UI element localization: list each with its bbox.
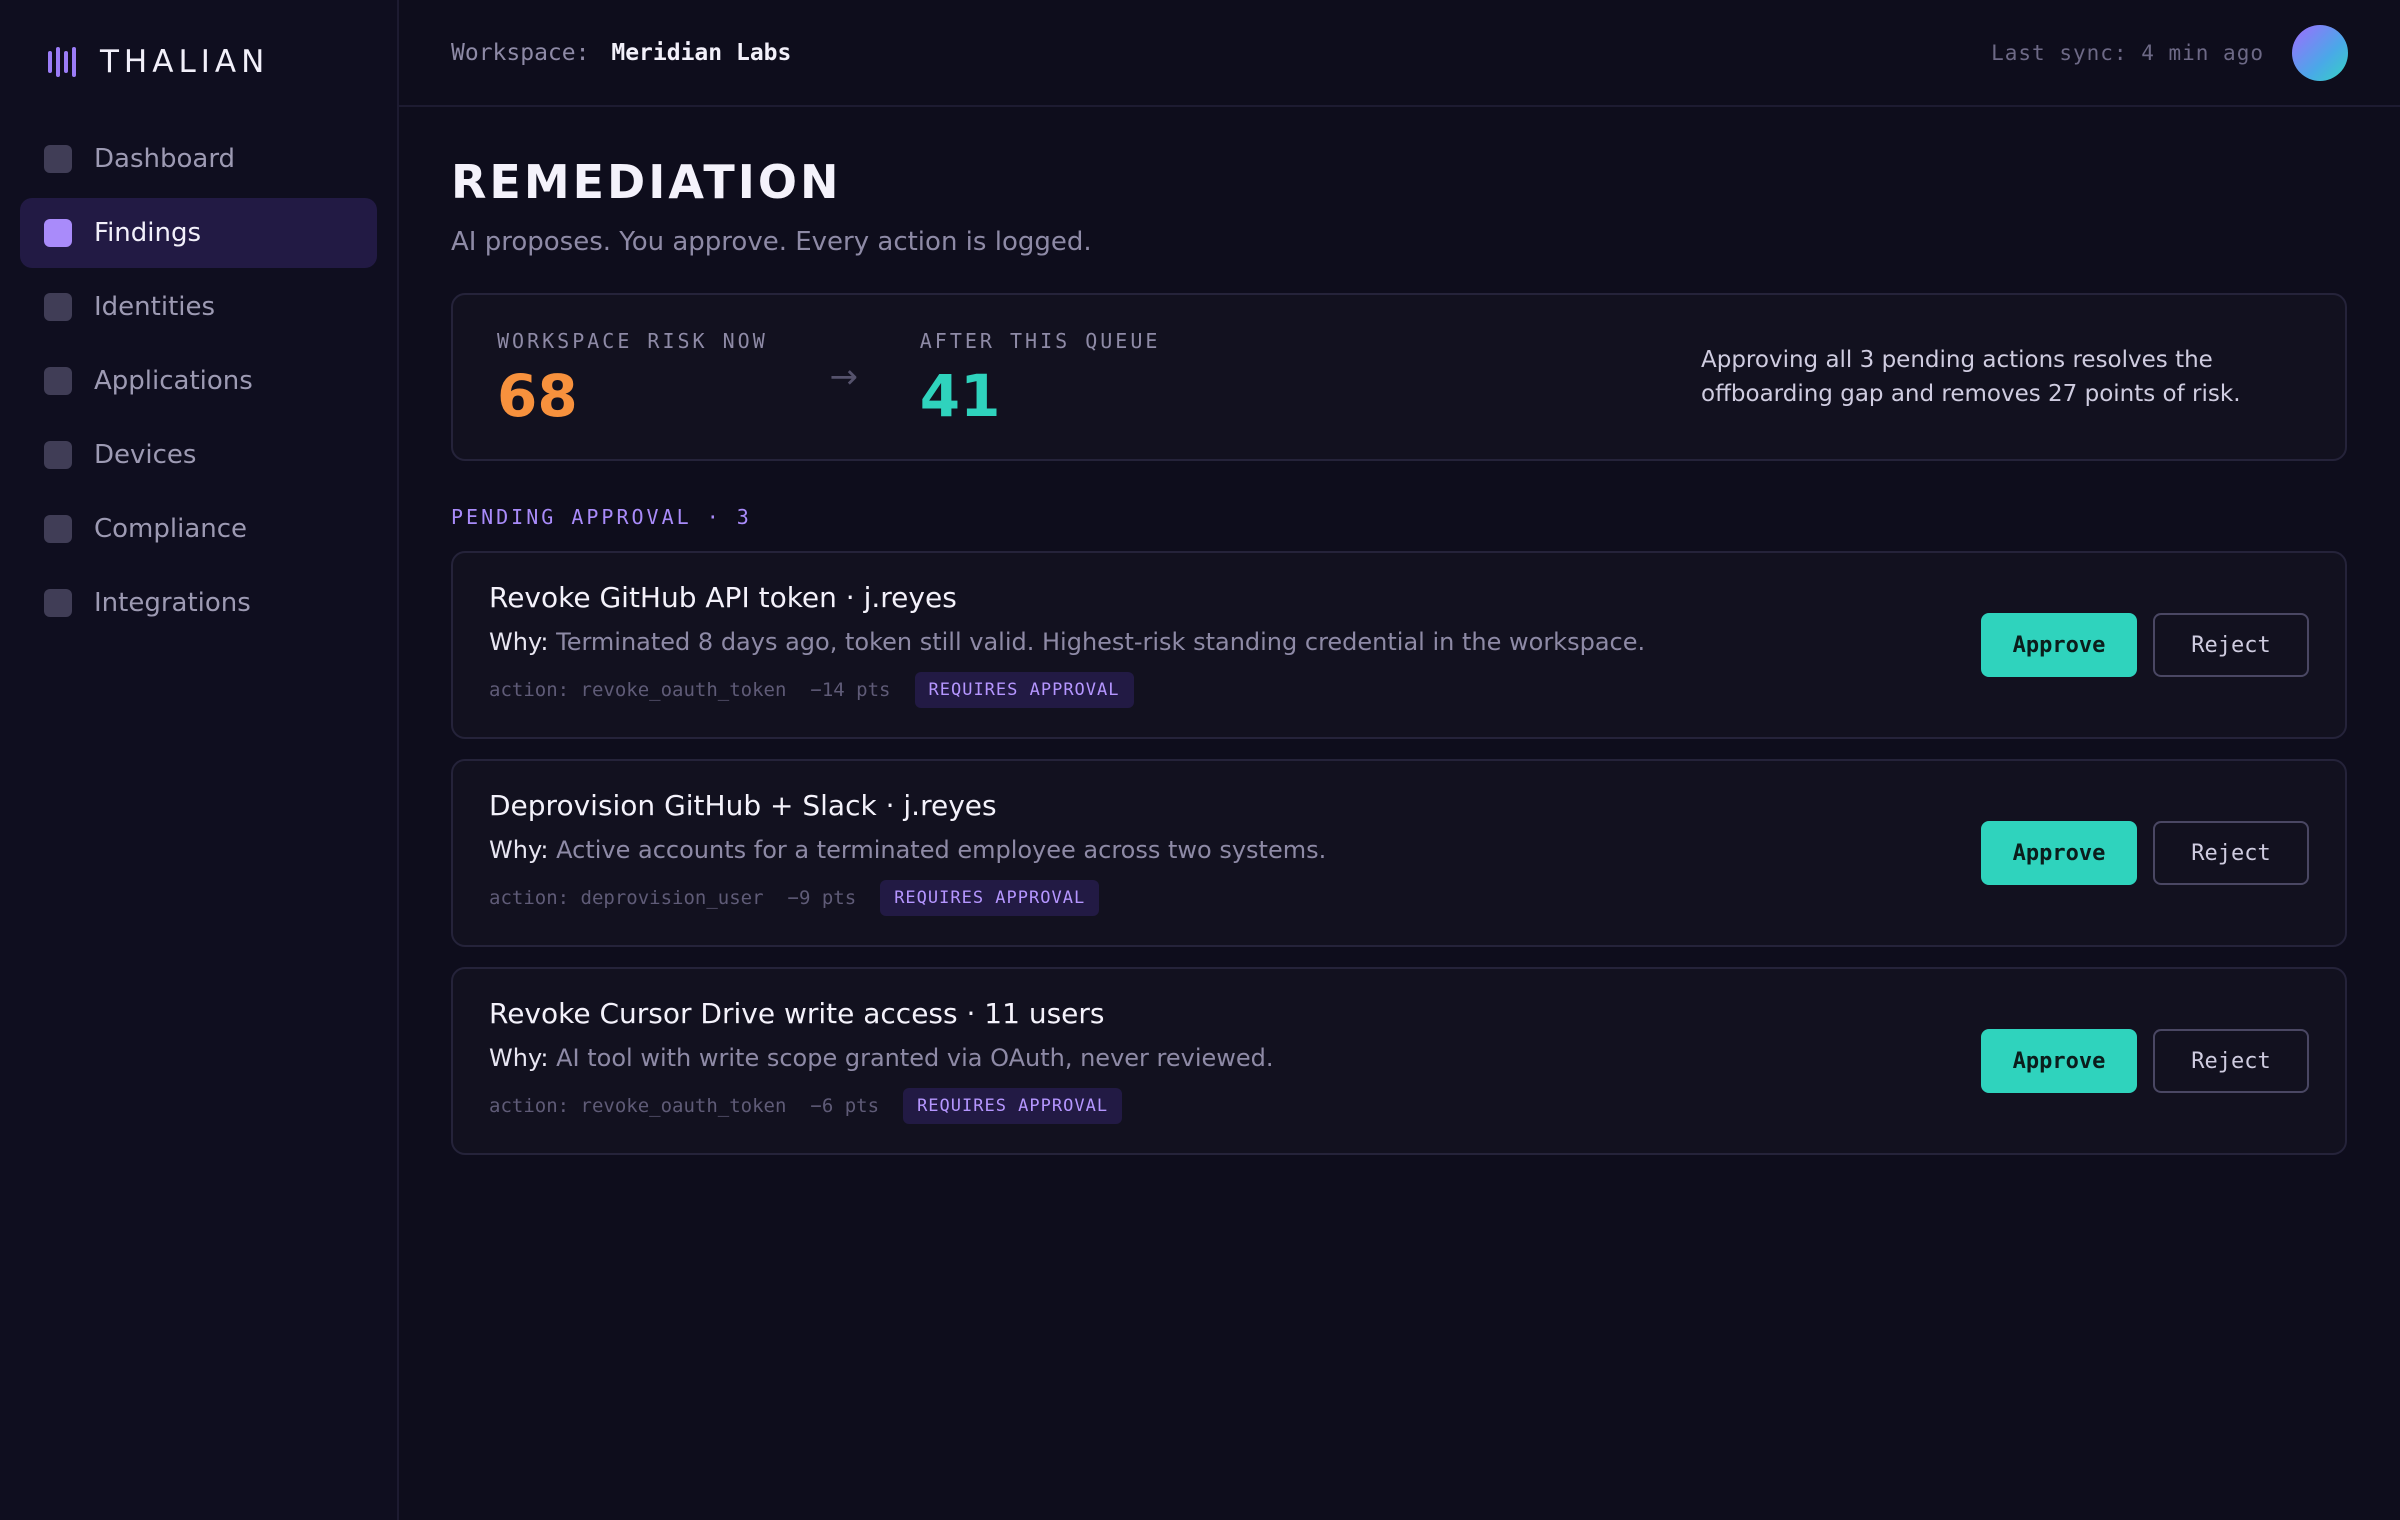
action-title: Revoke Cursor Drive write access · 11 us… <box>489 997 1105 1030</box>
action-meta: action: revoke_oauth_token −14 pts REQUI… <box>489 672 2309 708</box>
sidebar-item-devices[interactable]: Devices <box>20 420 377 490</box>
sidebar-item-integrations[interactable]: Integrations <box>20 568 377 638</box>
requires-approval-badge: REQUIRES APPROVAL <box>880 880 1100 916</box>
reject-button[interactable]: Reject <box>2153 1029 2309 1093</box>
topbar: Workspace: Meridian Labs Last sync: 4 mi… <box>399 0 2400 107</box>
approve-button[interactable]: Approve <box>1981 1029 2137 1093</box>
why-label: Why: <box>489 628 549 656</box>
why-text: Terminated 8 days ago, token still valid… <box>556 628 1646 656</box>
last-sync-status: Last sync: 4 min ago <box>1991 40 2264 65</box>
action-meta: action: deprovision_user −9 pts REQUIRES… <box>489 880 2309 916</box>
action-id: action: revoke_oauth_token <box>489 1095 787 1117</box>
risk-now: WORKSPACE RISK NOW 68 <box>497 329 768 425</box>
action-id: action: revoke_oauth_token <box>489 679 787 701</box>
square-icon <box>44 441 72 469</box>
risk-now-value: 68 <box>497 362 578 430</box>
reject-button[interactable]: Reject <box>2153 613 2309 677</box>
square-icon <box>44 589 72 617</box>
risk-summary-card: WORKSPACE RISK NOW 68 → AFTER THIS QUEUE… <box>451 293 2347 461</box>
main-panel: Workspace: Meridian Labs Last sync: 4 mi… <box>399 0 2400 1520</box>
action-buttons: Approve Reject <box>1981 821 2309 885</box>
risk-after-label: AFTER THIS QUEUE <box>919 329 1161 353</box>
action-card: Revoke GitHub API token · j.reyes Why: T… <box>451 551 2347 739</box>
avatar[interactable] <box>2292 24 2348 81</box>
sidebar: THALIAN Dashboard Findings Identities Ap… <box>0 0 399 1520</box>
square-icon <box>44 145 72 173</box>
action-title: Revoke GitHub API token · j.reyes <box>489 581 957 614</box>
risk-note: Approving all 3 pending actions resolves… <box>1701 347 2241 407</box>
sidebar-item-dashboard[interactable]: Dashboard <box>20 124 377 194</box>
page-subtitle: AI proposes. You approve. Every action i… <box>451 227 1092 257</box>
workspace-name: Meridian Labs <box>611 39 792 66</box>
pending-approval-label: PENDING APPROVAL · 3 <box>451 505 752 529</box>
sidebar-item-applications[interactable]: Applications <box>20 346 377 416</box>
sidebar-item-label: Compliance <box>94 514 248 544</box>
action-points: −14 pts <box>810 679 891 701</box>
square-icon <box>44 293 72 321</box>
approve-button[interactable]: Approve <box>1981 613 2137 677</box>
sidebar-item-compliance[interactable]: Compliance <box>20 494 377 564</box>
app-root: THALIAN Dashboard Findings Identities Ap… <box>0 0 2400 1520</box>
action-id: action: deprovision_user <box>489 887 764 909</box>
square-icon <box>44 219 72 247</box>
why-label: Why: <box>489 836 549 864</box>
square-icon <box>44 367 72 395</box>
sidebar-item-findings[interactable]: Findings <box>20 198 377 268</box>
sidebar-item-label: Identities <box>94 292 216 322</box>
action-points: −6 pts <box>810 1095 880 1117</box>
arrow-right-icon: → <box>829 357 859 397</box>
sidebar-item-identities[interactable]: Identities <box>20 272 377 342</box>
brand[interactable]: THALIAN <box>20 0 377 124</box>
sidebar-item-label: Integrations <box>94 588 251 618</box>
action-meta: action: revoke_oauth_token −6 pts REQUIR… <box>489 1088 2309 1124</box>
action-title: Deprovision GitHub + Slack · j.reyes <box>489 789 997 822</box>
sidebar-item-label: Findings <box>94 218 202 248</box>
risk-after: AFTER THIS QUEUE 41 <box>920 329 1161 425</box>
sidebar-item-label: Applications <box>94 366 253 396</box>
sidebar-item-label: Dashboard <box>94 144 236 174</box>
why-text: Active accounts for a terminated employe… <box>556 836 1327 864</box>
content: REMEDIATION AI proposes. You approve. Ev… <box>399 159 2400 1155</box>
action-buttons: Approve Reject <box>1981 613 2309 677</box>
requires-approval-badge: REQUIRES APPROVAL <box>903 1088 1123 1124</box>
risk-now-label: WORKSPACE RISK NOW <box>497 329 768 353</box>
bars-icon <box>48 47 76 77</box>
sidebar-nav: Dashboard Findings Identities Applicatio… <box>20 124 377 638</box>
action-buttons: Approve Reject <box>1981 1029 2309 1093</box>
page-title: REMEDIATION <box>451 155 842 209</box>
why-text: AI tool with write scope granted via OAu… <box>556 1044 1274 1072</box>
workspace-label: Workspace: <box>451 39 590 66</box>
sidebar-item-label: Devices <box>94 440 197 470</box>
topbar-right: Last sync: 4 min ago <box>1991 24 2348 81</box>
approve-button[interactable]: Approve <box>1981 821 2137 885</box>
workspace-indicator[interactable]: Workspace: Meridian Labs <box>451 40 791 66</box>
why-label: Why: <box>489 1044 549 1072</box>
brand-name: THALIAN <box>100 44 270 80</box>
action-card: Deprovision GitHub + Slack · j.reyes Why… <box>451 759 2347 947</box>
action-card: Revoke Cursor Drive write access · 11 us… <box>451 967 2347 1155</box>
risk-after-value: 41 <box>919 362 1001 430</box>
requires-approval-badge: REQUIRES APPROVAL <box>914 672 1134 708</box>
action-points: −9 pts <box>787 887 857 909</box>
reject-button[interactable]: Reject <box>2153 821 2309 885</box>
square-icon <box>44 515 72 543</box>
